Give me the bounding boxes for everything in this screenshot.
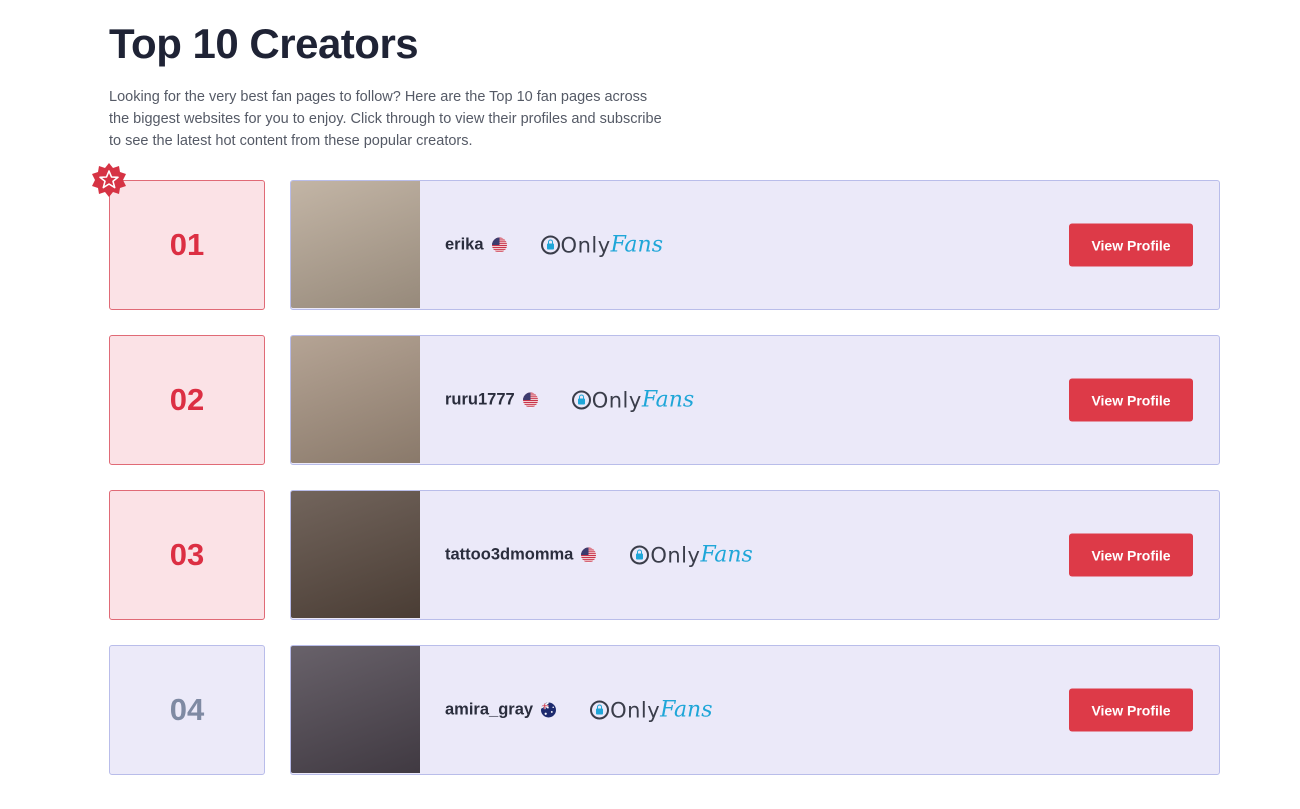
lock-icon [540,235,560,255]
platform-text-only: Only [650,543,701,567]
au-flag-icon [541,702,557,718]
creator-name[interactable]: tattoo3dmomma [445,546,573,565]
rank-number: 03 [109,490,265,620]
creator-name[interactable]: amira_gray [445,701,533,720]
view-profile-button[interactable]: View Profile [1069,533,1193,577]
creator-info: tattoo3dmomma Only Fans [445,543,753,568]
star-badge-icon [92,163,126,197]
us-flag-icon [522,392,538,408]
creator-card[interactable]: ruru1777 Only Fans View Profile [290,335,1220,465]
platform-text-only: Only [560,233,611,257]
creator-name[interactable]: erika [445,236,484,255]
onlyfans-logo: Only Fans [590,697,713,723]
creator-name[interactable]: ruru1777 [445,391,515,410]
lock-icon [590,700,610,720]
platform-text-fans: Fans [700,542,753,568]
view-profile-button[interactable]: View Profile [1069,378,1193,422]
view-profile-button[interactable]: View Profile [1069,688,1193,732]
creator-row: 02 ruru1777 Only Fans View Profile [109,335,1220,465]
platform-text-fans: Fans [641,387,695,413]
creator-info: erika Only Fans [445,233,663,258]
onlyfans-logo: Only Fans [571,387,695,413]
us-flag-icon [491,237,507,253]
creator-row: 04 amira_gray Only Fans View Profile [109,645,1220,775]
creator-card[interactable]: tattoo3dmomma Only Fans View Profile [290,490,1220,620]
creator-photo[interactable] [291,336,420,463]
intro-text: Looking for the very best fan pages to f… [109,89,662,149]
lock-icon [571,390,591,410]
creator-photo[interactable] [291,181,420,308]
rank-number: 01 [109,180,265,310]
lock-icon [630,545,650,565]
onlyfans-logo: Only Fans [540,232,664,258]
creator-photo[interactable] [291,646,420,773]
onlyfans-logo: Only Fans [630,542,753,568]
creator-info: ruru1777 Only Fans [445,388,694,413]
creator-info: amira_gray Only Fans [445,698,713,723]
page-title: Top 10 Creators [109,20,419,67]
platform-text-fans: Fans [610,232,664,258]
platform-text-fans: Fans [660,697,713,723]
creator-photo[interactable] [291,491,420,618]
view-profile-button[interactable]: View Profile [1069,223,1193,267]
creator-card[interactable]: erika Only Fans View Profile [290,180,1220,310]
rank-number: 04 [109,645,265,775]
creator-row: 03 tattoo3dmomma Only Fans View Profile [109,490,1220,620]
creator-card[interactable]: amira_gray Only Fans View Profile [290,645,1220,775]
rank-number: 02 [109,335,265,465]
platform-text-only: Only [591,388,642,412]
page: Top 10 Creators Looking for the very bes… [0,0,1300,809]
creator-row: 01 erika Only Fans View Profile [92,163,1220,310]
us-flag-icon [581,547,597,563]
platform-text-only: Only [610,698,661,722]
